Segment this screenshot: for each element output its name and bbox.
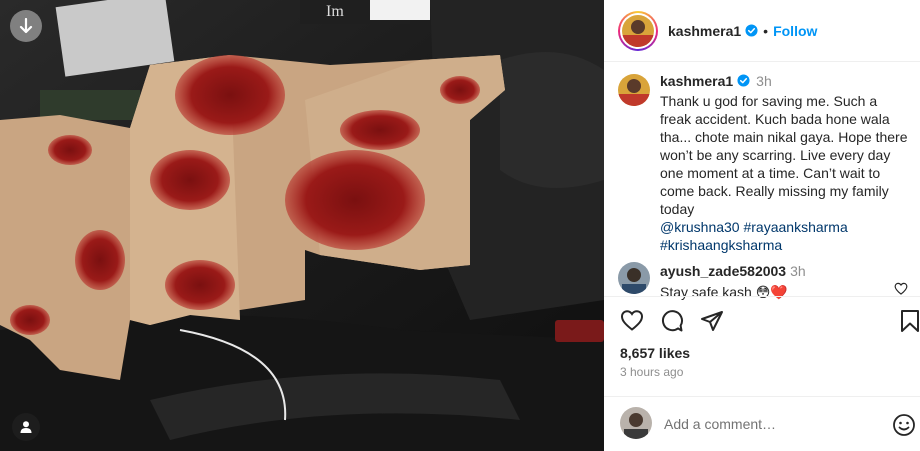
svg-text:Im: Im xyxy=(326,3,344,20)
caption-mentions: @krushna30 #rayaanksharma #krishaangksha… xyxy=(660,218,910,254)
smiley-icon[interactable] xyxy=(892,413,916,437)
current-user-avatar xyxy=(620,407,652,439)
comment-icon[interactable] xyxy=(660,309,684,333)
caption-username[interactable]: kashmera1 xyxy=(660,73,733,89)
follow-button[interactable]: Follow xyxy=(773,23,817,39)
send-icon[interactable] xyxy=(700,309,724,333)
author-username[interactable]: kashmera1 xyxy=(668,23,741,39)
post-actions: 8,657 likes 3 hours ago xyxy=(604,296,920,392)
post-header: kashmera1 • Follow xyxy=(604,0,920,62)
commenter-username[interactable]: ayush_zade582003 xyxy=(660,263,786,279)
comment-timestamp[interactable]: 3h xyxy=(790,263,806,279)
user-tag-icon xyxy=(20,421,32,433)
post-image[interactable]: Im xyxy=(0,0,604,451)
verified-badge-icon xyxy=(745,24,758,37)
caption-text: Thank u god for saving me. Such a freak … xyxy=(660,93,908,217)
separator-dot: • xyxy=(763,22,769,39)
avatar-image xyxy=(620,407,652,439)
tagged-users-button[interactable] xyxy=(12,413,40,441)
likes-count[interactable]: 8,657 likes xyxy=(620,345,690,361)
comment-like-heart-icon[interactable] xyxy=(894,282,908,295)
caption-mention-line[interactable]: #krishaangksharma xyxy=(660,236,910,254)
verified-badge-icon xyxy=(737,74,750,87)
author-avatar[interactable] xyxy=(618,10,658,51)
avatar-image xyxy=(622,14,654,47)
avatar-image xyxy=(618,262,650,294)
post-timestamp[interactable]: 3 hours ago xyxy=(620,365,683,379)
avatar-image xyxy=(618,74,650,106)
caption-mention-line[interactable]: @krushna30 #rayaanksharma xyxy=(660,218,910,236)
comment-input[interactable] xyxy=(664,413,874,435)
caption-avatar[interactable] xyxy=(618,74,650,106)
carousel-arrow-button[interactable] xyxy=(10,10,42,42)
bookmark-icon[interactable] xyxy=(900,309,920,333)
caption-timestamp[interactable]: 3h xyxy=(756,73,772,89)
bloody-tissue-photo: Im xyxy=(0,0,604,451)
add-comment-bar xyxy=(604,396,920,451)
commenter-avatar[interactable] xyxy=(618,262,650,294)
post-details-panel: kashmera1 • Follow kashmera1 3h Thank u … xyxy=(604,0,920,451)
heart-icon[interactable] xyxy=(620,309,644,331)
arrow-down-icon xyxy=(19,18,33,34)
caption-body: kashmera1 3h Thank u god for saving me. … xyxy=(660,72,910,254)
